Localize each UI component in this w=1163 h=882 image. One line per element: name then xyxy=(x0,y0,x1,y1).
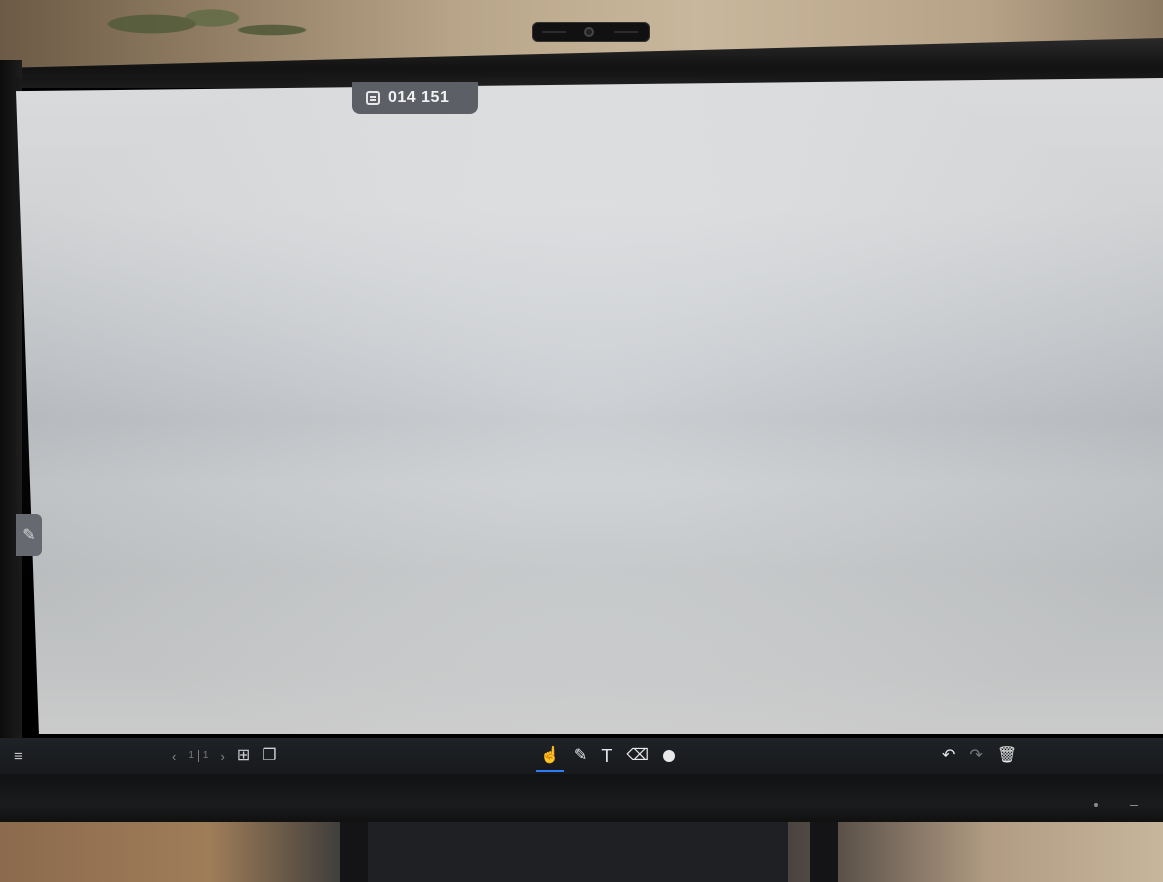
hamburger-menu-icon: ≡ xyxy=(14,747,23,765)
webcam xyxy=(532,22,650,42)
whiteboard-canvas[interactable] xyxy=(16,78,1163,734)
add-page-button[interactable]: ⊞ xyxy=(237,748,250,764)
page-divider xyxy=(197,750,199,762)
delete-button[interactable]: 🗑 xyxy=(997,748,1017,764)
webcam-bar-left xyxy=(542,31,566,33)
duplicate-page-button[interactable]: ❐ xyxy=(262,748,276,764)
stand-leg-right xyxy=(810,822,838,882)
bottom-toolbar: ≡ ‹ 1 1 › ⊞ ❐ ☝ ✎ T ⌫ + ↶ ↷ 🗑 xyxy=(0,738,1163,774)
drawing-tools: ☝ ✎ T ⌫ + xyxy=(536,738,675,774)
background-plant xyxy=(80,0,320,60)
total-pages: 1 xyxy=(202,750,209,761)
display-bottom-bezel xyxy=(0,774,1163,826)
pencil-icon: ✎ xyxy=(22,527,36,544)
pointer-tool-button[interactable]: ☝ xyxy=(536,748,564,772)
prev-page-button[interactable]: ‹ xyxy=(172,750,176,763)
webcam-lens xyxy=(584,27,594,37)
photo-scene: 014 151 ✎ ≡ ‹ 1 1 › ⊞ ❐ ☝ ✎ T ⌫ + ↶ ↷ 🗑 xyxy=(0,0,1163,882)
display-stand xyxy=(368,822,788,882)
next-page-button[interactable]: › xyxy=(220,750,224,763)
pen-tool-button[interactable]: ✎ xyxy=(574,748,587,764)
room-code-badge[interactable]: 014 151 xyxy=(352,82,478,114)
more-tools-button[interactable]: + xyxy=(662,750,675,762)
stand-leg-left xyxy=(340,822,368,882)
eraser-tool-button[interactable]: ⌫ xyxy=(626,748,649,764)
bezel-mark xyxy=(1130,805,1138,806)
page-navigation: ‹ 1 1 › ⊞ ❐ xyxy=(172,738,277,774)
redo-button[interactable]: ↷ xyxy=(969,748,982,764)
side-panel-handle[interactable]: ✎ xyxy=(16,514,42,556)
current-page: 1 xyxy=(188,750,194,761)
menu-button[interactable]: ≡ xyxy=(14,738,23,774)
screen-share-icon xyxy=(366,91,380,105)
webcam-bar-right xyxy=(614,31,638,33)
page-indicator: 1 1 xyxy=(188,750,208,762)
undo-button[interactable]: ↶ xyxy=(942,748,955,764)
history-controls: ↶ ↷ 🗑 xyxy=(942,738,1017,774)
room-code: 014 151 xyxy=(388,89,450,106)
text-tool-button[interactable]: T xyxy=(601,747,612,765)
power-led xyxy=(1094,803,1098,807)
